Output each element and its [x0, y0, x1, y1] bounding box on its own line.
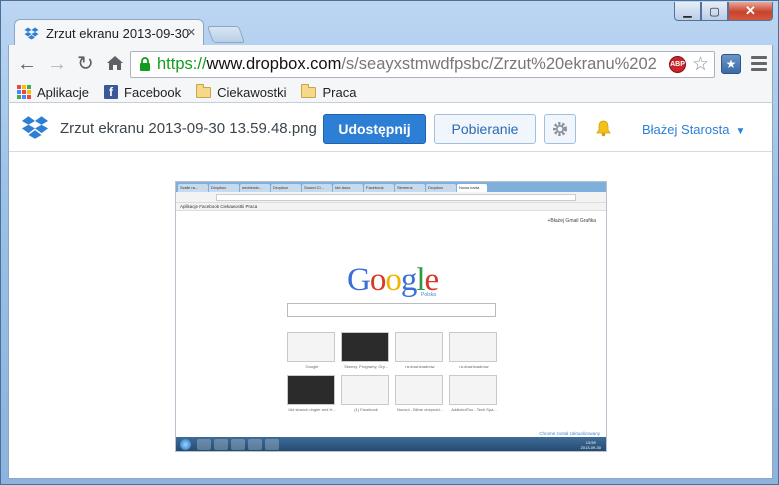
- taskbar-app-icon: [231, 439, 245, 450]
- apps-icon: [17, 85, 31, 99]
- taskbar-app-icon: [197, 439, 211, 450]
- user-menu[interactable]: Błażej Starosta ▼: [642, 122, 745, 137]
- settings-button[interactable]: [544, 114, 576, 144]
- lock-icon: [140, 57, 150, 71]
- preview-toolbar: [176, 192, 606, 203]
- thumb-caption: Skeezy, Programy, Gry...: [344, 364, 388, 369]
- bookmark-label: Facebook: [124, 84, 182, 100]
- google-logo-sub: Polska: [421, 292, 437, 298]
- taskbar-app-icon: [248, 439, 262, 450]
- bookmark-ciekawostki[interactable]: Ciekawostki: [196, 83, 287, 100]
- dropbox-favicon-icon: [24, 27, 39, 39]
- minimize-button[interactable]: ▁: [674, 2, 701, 21]
- dropbox-logo-icon[interactable]: [21, 115, 49, 140]
- preview-tab: Dropbox: [426, 184, 456, 192]
- preview-search-box: [287, 303, 496, 317]
- preview-tab: Dropbox: [271, 184, 301, 192]
- url-scheme: https://: [157, 55, 207, 73]
- browser-toolbar: ← → ↻ https://www.dropbox.com/s/seayxstm…: [8, 45, 773, 82]
- new-tab-button[interactable]: [206, 26, 246, 43]
- download-button[interactable]: Pobieranie: [434, 114, 536, 144]
- chevron-down-icon: ▼: [735, 126, 746, 137]
- thumb-caption: ra.downloadnow: [459, 364, 489, 369]
- thumb-caption: ra.downloadnow: [405, 364, 435, 369]
- preview-thumb: Nonvol - Blime cheproid...: [395, 375, 443, 412]
- url-text: https://www.dropbox.com/s/seayxstmwdfpsb…: [157, 55, 657, 74]
- preview-footer-link: Chrome został zaktualizowany: [539, 431, 600, 436]
- thumb-caption: Ubi sbanch dngler and H...: [288, 407, 336, 412]
- thumb-caption: AddictedToo - Tech Spa...: [451, 407, 497, 412]
- gear-icon: [553, 122, 567, 136]
- preview-top-links: +Błażej Gmail Grafika: [547, 218, 597, 224]
- preview-address-bar: [216, 194, 576, 201]
- home-icon[interactable]: [106, 54, 124, 72]
- close-window-button[interactable]: ✕: [728, 2, 773, 21]
- bookmark-aplikacje[interactable]: Aplikacje: [17, 85, 89, 100]
- preview-thumb: AddictedToo - Tech Spa...: [449, 375, 497, 412]
- preview-thumb: Ubi sbanch dngler and H...: [287, 375, 336, 412]
- facebook-icon: f: [104, 85, 119, 99]
- preview-tab: Siemens: [395, 184, 425, 192]
- extension-star-icon[interactable]: ★: [721, 54, 741, 74]
- preview-thumb: ra.downloadnow: [449, 332, 497, 369]
- bookmark-star-icon[interactable]: ☆: [692, 53, 709, 76]
- preview-tab: Sound Cl...: [302, 184, 332, 192]
- taskbar-app-icon: [265, 439, 279, 450]
- tab-close-icon[interactable]: ✕: [187, 26, 196, 39]
- preview-thumb: Skeezy, Programy, Gry...: [341, 332, 389, 369]
- preview-thumb: (1) Facebook: [341, 375, 389, 412]
- chrome-menu-icon[interactable]: [751, 56, 767, 74]
- reload-icon[interactable]: ↻: [77, 54, 94, 74]
- thumb-caption: Google: [305, 364, 319, 369]
- preview-tab: Facebook: [364, 184, 394, 192]
- preview-tab: Scafe ra...: [178, 184, 208, 192]
- page-content: Zrzut ekranu 2013-09-30 13.59.48.png Udo…: [8, 103, 773, 479]
- tab-title: Zrzut ekranu 2013-09-30 13.59.48.png - D…: [46, 25, 191, 41]
- folder-icon: [301, 83, 317, 98]
- folder-icon: [196, 83, 212, 98]
- image-preview[interactable]: Scafe ra... Dropbox wrobewin... Dropbox …: [175, 181, 607, 452]
- back-arrow-icon[interactable]: ←: [17, 54, 37, 74]
- bookmark-label: Aplikacje: [37, 84, 90, 100]
- share-button[interactable]: Udostępnij: [323, 114, 426, 144]
- url-host: www.dropbox.com: [206, 55, 342, 73]
- bookmark-facebook[interactable]: f Facebook: [104, 85, 181, 100]
- url-path: /s/seayxstmwdfpsbc/Zrzut%20ekranu%202013…: [341, 55, 657, 73]
- taskbar-clock: 13:59 2013-09-30: [581, 440, 601, 450]
- preview-thumb: ra.downloadnow: [395, 332, 443, 369]
- thumb-caption: Nonvol - Blime cheproid...: [397, 407, 443, 412]
- preview-taskbar: 13:59 2013-09-30: [176, 437, 606, 451]
- preview-thumb: Google: [287, 332, 335, 369]
- dropbox-header: Zrzut ekranu 2013-09-30 13.59.48.png Udo…: [9, 103, 772, 152]
- browser-window: ▁ ▢ ✕ Zrzut ekranu 2013-09-30 13.59.48.p…: [0, 0, 779, 485]
- bookmarks-bar: Aplikacje f Facebook Ciekawostki Praca: [8, 82, 773, 103]
- file-title: Zrzut ekranu 2013-09-30 13.59.48.png: [60, 120, 317, 137]
- user-name: Błażej Starosta: [642, 122, 730, 137]
- notification-bell-icon[interactable]: [595, 120, 612, 137]
- bookmark-praca[interactable]: Praca: [301, 83, 357, 100]
- active-tab[interactable]: Zrzut ekranu 2013-09-30 13.59.48.png - D…: [14, 19, 204, 46]
- bookmark-label: Praca: [322, 84, 357, 100]
- thumb-caption: (1) Facebook: [354, 407, 378, 412]
- preview-tabstrip: Scafe ra... Dropbox wrobewin... Dropbox …: [176, 182, 606, 192]
- adblock-icon[interactable]: ABP: [669, 56, 686, 73]
- preview-tab: Dropbox: [209, 184, 239, 192]
- google-logo: Google Polska: [347, 262, 439, 298]
- clock-date: 2013-09-30: [580, 444, 601, 450]
- windows-start-icon: [180, 439, 191, 450]
- forward-arrow-icon[interactable]: →: [47, 54, 67, 74]
- maximize-button[interactable]: ▢: [701, 2, 728, 21]
- preview-bookmarks-bar: Aplikacje Facebook Ciekawostki Praca: [176, 203, 606, 211]
- preview-tab: Ide Asus: [333, 184, 363, 192]
- preview-most-visited: Google Skeezy, Programy, Gry... ra.downl…: [287, 332, 503, 412]
- preview-tab: Nowa karta: [457, 184, 487, 192]
- bookmark-label: Ciekawostki: [217, 84, 287, 100]
- preview-tab: wrobewin...: [240, 184, 270, 192]
- taskbar-app-icon: [214, 439, 228, 450]
- address-bar[interactable]: https://www.dropbox.com/s/seayxstmwdfpsb…: [130, 51, 715, 78]
